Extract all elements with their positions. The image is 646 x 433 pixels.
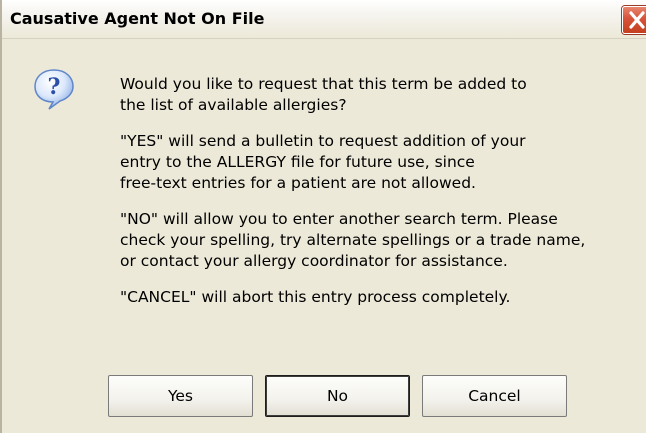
message-line: "NO" will allow you to enter another sea… — [120, 210, 558, 228]
message-line: or contact your allergy coordinator for … — [120, 252, 508, 270]
message-line: "YES" will send a bulletin to request ad… — [120, 132, 526, 150]
svg-text:?: ? — [48, 74, 61, 100]
yes-button[interactable]: Yes — [108, 375, 253, 417]
message-line: Would you like to request that this term… — [120, 75, 527, 93]
message-line: entry to the ALLERGY file for future use… — [120, 153, 475, 171]
message-paragraph-yes: "YES" will send a bulletin to request ad… — [120, 131, 646, 194]
question-icon: ? — [34, 69, 74, 110]
close-icon — [629, 11, 645, 29]
dialog-message: Would you like to request that this term… — [120, 74, 646, 323]
message-paragraph-question: Would you like to request that this term… — [120, 74, 646, 116]
message-paragraph-cancel: "CANCEL" will abort this entry process c… — [120, 287, 646, 308]
close-button[interactable] — [622, 6, 646, 34]
title-bar[interactable]: Causative Agent Not On File — [2, 0, 646, 39]
dialog-window: Causative Agent Not On File ? Would you … — [0, 0, 646, 433]
cancel-button[interactable]: Cancel — [422, 375, 567, 417]
message-line: check your spelling, try alternate spell… — [120, 231, 586, 249]
no-button[interactable]: No — [265, 375, 410, 417]
message-paragraph-no: "NO" will allow you to enter another sea… — [120, 209, 646, 272]
window-title: Causative Agent Not On File — [10, 9, 265, 28]
message-line: the list of available allergies? — [120, 96, 347, 114]
message-line: free-text entries for a patient are not … — [120, 174, 476, 192]
message-line: "CANCEL" will abort this entry process c… — [120, 288, 511, 306]
